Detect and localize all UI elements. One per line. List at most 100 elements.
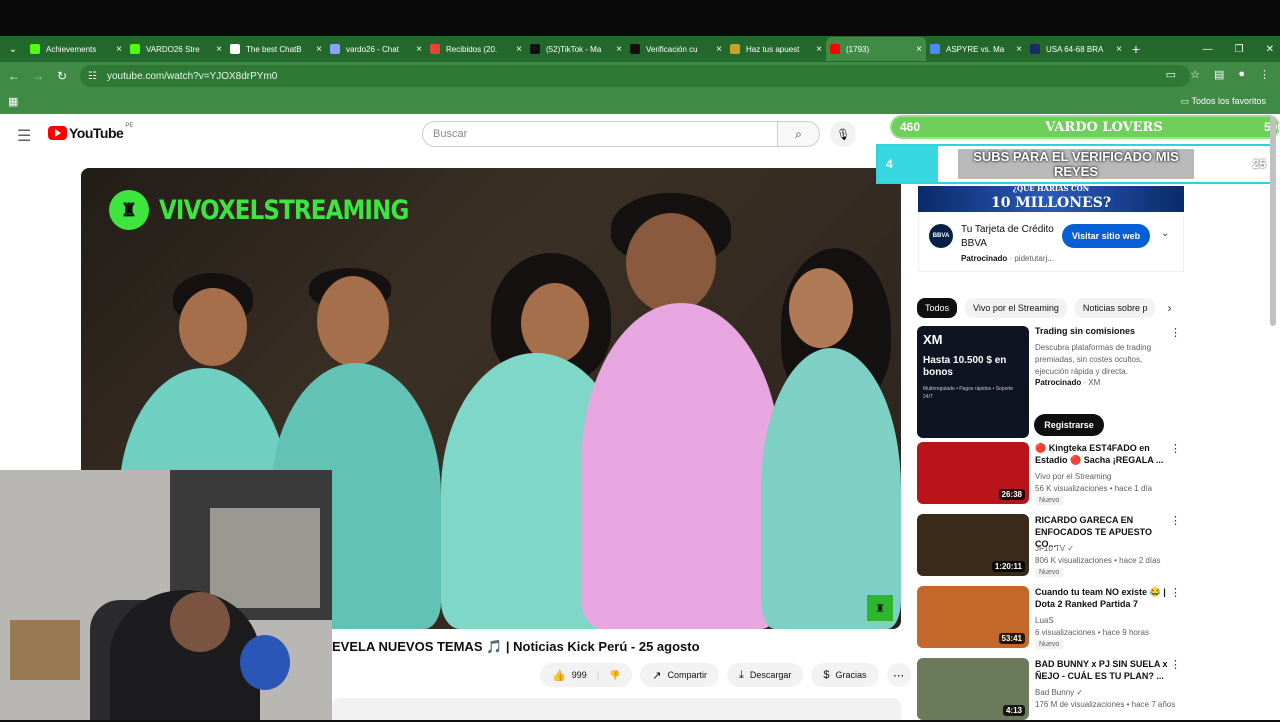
browser-tab[interactable]: Verificación cu × <box>626 37 726 61</box>
chip-todos[interactable]: Todos <box>917 298 958 318</box>
tab-title: Recibidos (20. <box>446 44 498 54</box>
goal-bar-vardo-lovers: 460 VARDO LOVERS 500 <box>890 115 1280 139</box>
register-button[interactable]: Registrarse <box>1034 414 1104 436</box>
more-actions-icon[interactable]: ⋯ <box>886 663 911 687</box>
video-thumbnail[interactable]: 26:38 <box>917 442 1029 504</box>
tab-favicon-icon <box>930 44 940 54</box>
all-bookmarks-folder[interactable]: ▭ Todos los favoritos <box>1181 96 1266 107</box>
maximize-icon[interactable]: ❐ <box>1235 44 1244 55</box>
tab-title: Haz tus apuest <box>746 44 800 54</box>
back-icon[interactable]: ← <box>2 69 26 83</box>
browser-tab[interactable]: (52)TikTok - Ma × <box>526 37 626 61</box>
new-tab-button[interactable]: + <box>1126 41 1146 57</box>
sponsored-video-card[interactable]: XM Hasta 10.500 $ en bonos Multirregulad… <box>917 326 1187 438</box>
profile-icon[interactable]: ● <box>1238 68 1245 81</box>
chevron-right-icon[interactable]: › <box>1167 301 1171 315</box>
apps-grid-icon[interactable]: ▦ <box>8 95 18 108</box>
extensions-icon[interactable]: ▤ <box>1214 68 1224 81</box>
description-box[interactable] <box>332 698 901 720</box>
close-window-icon[interactable]: ✕ <box>1266 44 1274 55</box>
close-tab-icon[interactable]: × <box>1016 44 1022 55</box>
more-options-icon[interactable]: ⋮ <box>1170 586 1181 599</box>
share-button[interactable]: ↗ Compartir <box>640 663 720 687</box>
visit-site-button[interactable]: Visitar sitio web <box>1062 224 1150 248</box>
chip-vivo-streaming[interactable]: Vivo por el Streaming <box>965 298 1067 318</box>
tab-title: (1793) <box>846 44 870 54</box>
video-scene-figure <box>626 213 716 313</box>
browser-tab[interactable]: Haz tus apuest × <box>726 37 826 61</box>
browser-tab[interactable]: The best ChatB × <box>226 37 326 61</box>
browser-menu-icon[interactable]: ⋮ <box>1259 68 1270 81</box>
search-button[interactable]: ⌕ <box>778 121 820 147</box>
video-duration: 26:38 <box>998 489 1025 500</box>
close-tab-icon[interactable]: × <box>1116 44 1122 55</box>
new-badge: Nuevo <box>1035 496 1064 505</box>
sponsored-thumbnail[interactable]: XM Hasta 10.500 $ en bonos Multirregulad… <box>917 326 1029 438</box>
close-tab-icon[interactable]: × <box>616 44 622 55</box>
search-input[interactable]: Buscar <box>422 121 778 147</box>
close-tab-icon[interactable]: × <box>216 44 222 55</box>
hamburger-menu-icon[interactable]: ☰ <box>17 126 31 146</box>
ad-banner[interactable]: ¿QUÉ HARÍAS CON 10 MILLONES? <box>918 184 1184 212</box>
tab-title: VARDO26 Stre <box>146 44 200 54</box>
more-options-icon[interactable]: ⋮ <box>1170 514 1181 527</box>
video-thumbnail[interactable]: 4:13 <box>917 658 1029 720</box>
browser-tab[interactable]: Recibidos (20. × <box>426 37 526 61</box>
video-duration: 4:13 <box>1002 705 1025 716</box>
close-tab-icon[interactable]: × <box>916 44 922 55</box>
browser-tab[interactable]: ASPYRE vs. Ma × <box>926 37 1026 61</box>
reload-icon[interactable]: ↻ <box>50 69 74 83</box>
ad-title: Tu Tarjeta de Crédito BBVA <box>961 224 1054 249</box>
webcam-plush-toy <box>240 635 290 690</box>
filter-chips: Todos Vivo por el Streaming Noticias sob… <box>917 298 1171 318</box>
more-options-icon[interactable]: ⋮ <box>1170 658 1181 671</box>
recommended-meta: 56 K visualizaciones • hace 1 día <box>1035 484 1153 493</box>
thanks-button[interactable]: $ Gracias <box>811 663 879 687</box>
recommended-meta: 176 M de visualizaciones • hace 7 años <box>1035 700 1176 709</box>
tab-title: The best ChatB <box>246 44 302 54</box>
video-thumbnail[interactable]: 1:20:11 <box>917 514 1029 576</box>
chip-noticias[interactable]: Noticias sobre p <box>1074 298 1156 318</box>
channel-branding-icon[interactable]: ♜ <box>867 595 893 621</box>
download-button[interactable]: ⤓ Descargar <box>727 663 804 687</box>
video-scene-figure <box>761 348 901 629</box>
page-scrollbar[interactable] <box>1270 116 1276 326</box>
close-tab-icon[interactable]: × <box>416 44 422 55</box>
minimize-icon[interactable]: — <box>1203 44 1213 55</box>
tab-title: Achievements <box>46 44 97 54</box>
recommended-video[interactable]: 4:13 BAD BUNNY x PJ SIN SUELA x ÑEJO - CU… <box>917 658 1187 722</box>
browser-tab[interactable]: Achievements × <box>26 37 126 61</box>
video-duration: 53:41 <box>998 633 1025 644</box>
voice-search-button[interactable]: 🎙 <box>830 121 856 147</box>
browser-tab[interactable]: VARDO26 Stre × <box>126 37 226 61</box>
youtube-logo[interactable]: YouTube PE <box>48 123 133 141</box>
like-button[interactable]: 👍 999 | 👎 <box>540 663 633 687</box>
video-thumbnail[interactable]: 53:41 <box>917 586 1029 648</box>
close-tab-icon[interactable]: × <box>716 44 722 55</box>
close-tab-icon[interactable]: × <box>516 44 522 55</box>
browser-tab[interactable]: USA 64-68 BRA × <box>1026 37 1126 61</box>
close-tab-icon[interactable]: × <box>116 44 122 55</box>
url-field[interactable]: ☷ youtube.com/watch?v=YJOX8drPYm0 <box>80 65 1190 87</box>
install-app-icon[interactable]: ▭ <box>1166 68 1176 81</box>
thumbs-down-icon[interactable]: 👎 <box>609 670 620 681</box>
forward-icon[interactable]: → <box>26 69 50 83</box>
video-title: EVELA NUEVOS TEMAS 🎵 | Noticias Kick Per… <box>332 639 700 654</box>
browser-tab[interactable]: (1793) × <box>826 37 926 61</box>
thumbs-up-icon: 👍 <box>552 669 566 682</box>
share-icon: ↗ <box>652 669 662 682</box>
bookmark-star-icon[interactable]: ☆ <box>1190 68 1200 81</box>
site-info-icon[interactable]: ☷ <box>88 71 97 82</box>
more-options-icon[interactable]: ⋮ <box>1170 442 1181 455</box>
chevron-down-icon[interactable]: ⌄ <box>1161 228 1169 239</box>
recommended-video[interactable]: 1:20:11 RICARDO GARECA EN ENFOCADOS TE AP… <box>917 514 1187 578</box>
browser-tab[interactable]: vardo26 - Chat × <box>326 37 426 61</box>
tab-search-button[interactable]: ⌄ <box>0 36 26 62</box>
close-tab-icon[interactable]: × <box>816 44 822 55</box>
close-tab-icon[interactable]: × <box>316 44 322 55</box>
recommended-title: 🔴 Kingteka EST4FADO en Estadio 🔴 Sacha ¡… <box>1035 443 1164 465</box>
ad-card[interactable]: BBVA Tu Tarjeta de Crédito BBVA Patrocin… <box>918 214 1184 272</box>
recommended-video[interactable]: 26:38 🔴 Kingteka EST4FADO en Estadio 🔴 Sa… <box>917 442 1187 506</box>
recommended-video[interactable]: 53:41 Cuando tu team NO existe 😂 | Dota 2… <box>917 586 1187 650</box>
more-options-icon[interactable]: ⋮ <box>1170 326 1181 339</box>
